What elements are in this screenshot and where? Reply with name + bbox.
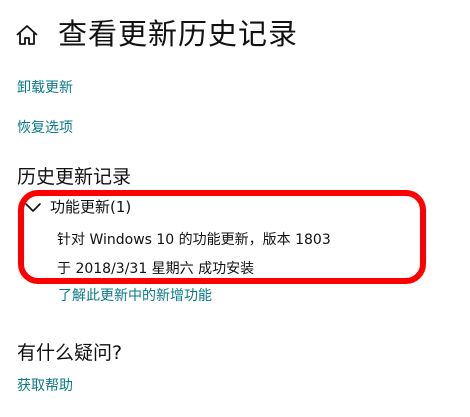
update-history-page: 查看更新历史记录 卸载更新 恢复选项 历史更新记录 功能更新(1) 针对 Win… [0,0,470,417]
page-title: 查看更新历史记录 [58,17,299,51]
recovery-options-link[interactable]: 恢复选项 [17,118,73,138]
get-help-link[interactable]: 获取帮助 [17,376,73,396]
update-history-heading: 历史更新记录 [17,166,132,188]
feature-updates-group-label: 功能更新(1) [50,198,132,216]
whats-new-link[interactable]: 了解此更新中的新增功能 [58,286,212,306]
uninstall-updates-link[interactable]: 卸载更新 [17,78,73,98]
update-entry-name: 针对 Windows 10 的功能更新，版本 1803 [57,232,331,248]
chevron-down-icon [25,203,41,212]
home-icon[interactable] [14,22,40,48]
feature-updates-group-toggle[interactable]: 功能更新(1) [24,195,131,219]
update-entry-status: 于 2018/3/31 星期六 成功安装 [57,261,255,277]
questions-heading: 有什么疑问? [17,342,123,364]
